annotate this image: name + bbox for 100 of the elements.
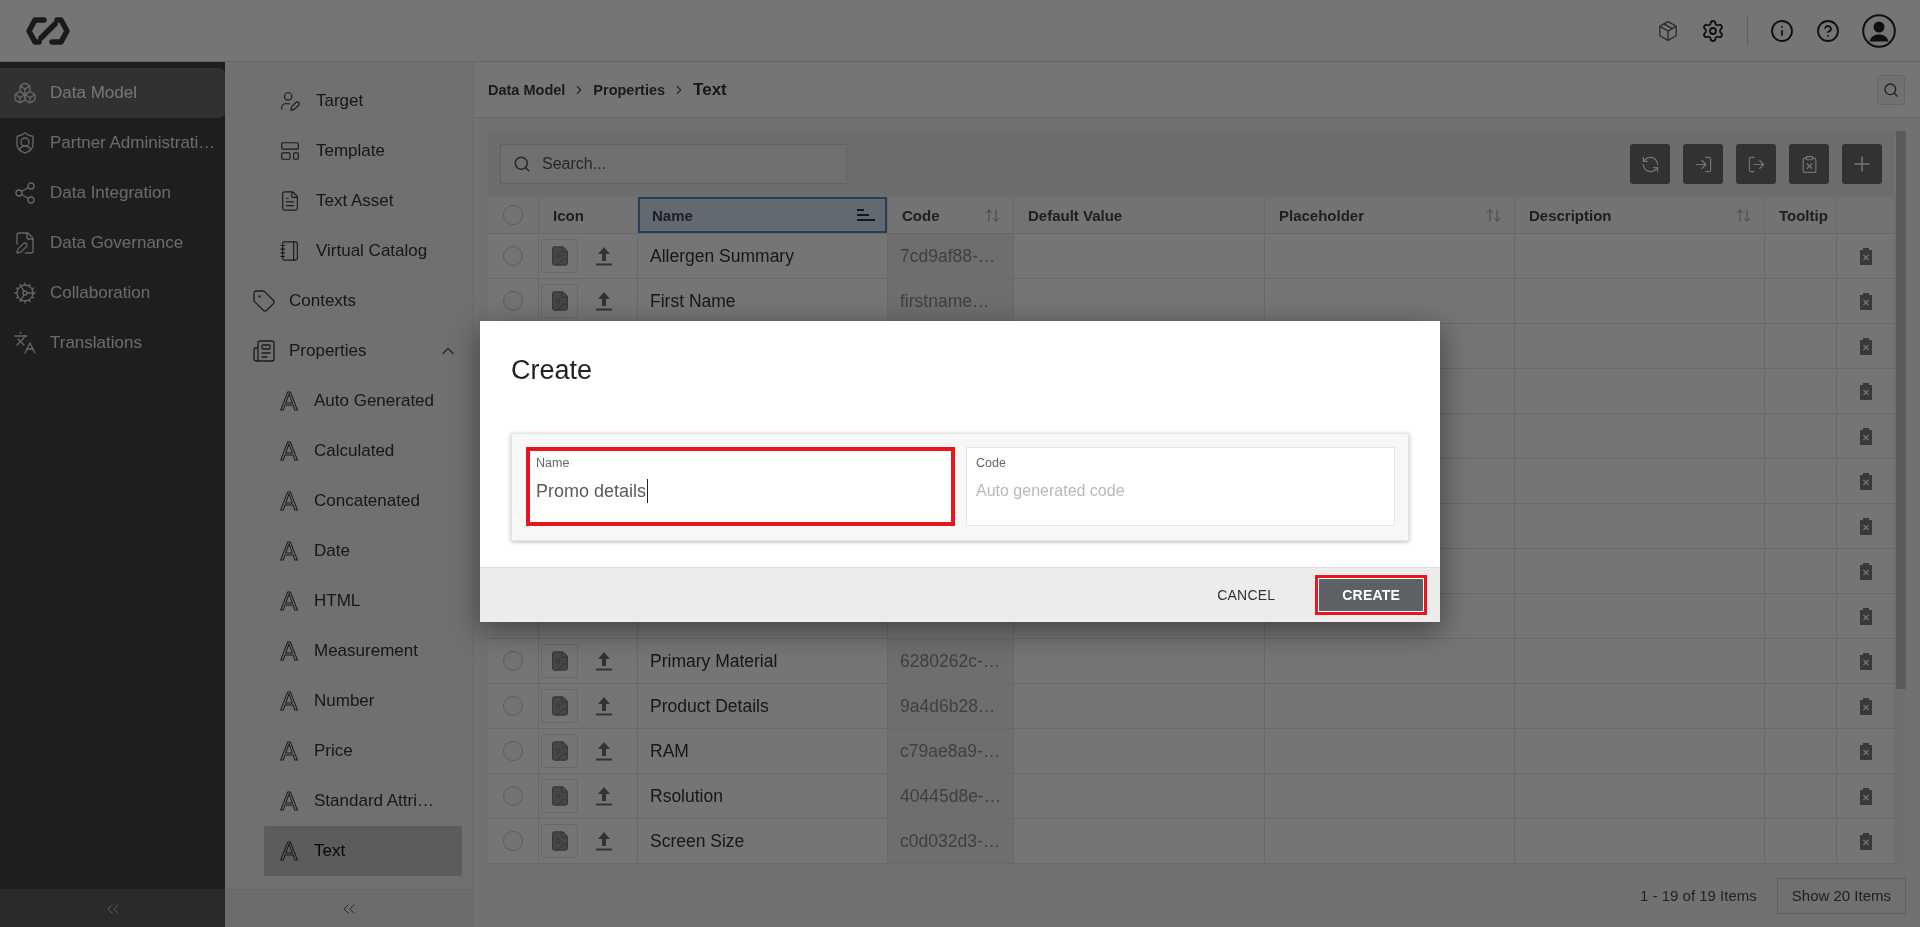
- code-field[interactable]: Code Auto generated code: [966, 447, 1395, 526]
- import-button[interactable]: [1683, 144, 1723, 184]
- cancel-button[interactable]: CANCEL: [1196, 575, 1297, 615]
- column-header[interactable]: Tooltip: [1765, 197, 1837, 233]
- clipboard-x-icon[interactable]: [1858, 697, 1873, 715]
- delete-button[interactable]: [1789, 144, 1829, 184]
- column-header[interactable]: Placeholder: [1265, 197, 1515, 233]
- avatar-icon[interactable]: [1862, 13, 1896, 48]
- nav-item[interactable]: A Price: [264, 726, 462, 776]
- nav-label: Properties: [289, 341, 368, 361]
- nav-item[interactable]: A Standard Attri…: [264, 776, 462, 826]
- settings-icon[interactable]: [1701, 18, 1725, 43]
- image-file-icon[interactable]: [541, 284, 578, 318]
- image-file-icon[interactable]: [541, 239, 578, 273]
- upload-icon[interactable]: [595, 651, 613, 671]
- clipboard-x-icon[interactable]: [1858, 742, 1873, 760]
- page-size-button[interactable]: Show 20 Items: [1776, 877, 1906, 914]
- nav-label: Number: [314, 691, 375, 711]
- nav-item[interactable]: A HTML: [264, 576, 462, 626]
- upload-icon[interactable]: [595, 291, 613, 311]
- image-file-icon[interactable]: [541, 824, 578, 858]
- row-radio[interactable]: [503, 696, 523, 716]
- package-icon[interactable]: [1657, 19, 1679, 42]
- image-file-icon[interactable]: [541, 779, 578, 813]
- sidebar-item[interactable]: Collaboration: [0, 268, 225, 318]
- share-nodes-icon: [13, 181, 37, 205]
- info-icon[interactable]: [1770, 18, 1794, 43]
- row-radio[interactable]: [503, 741, 523, 761]
- sidebar-label: Data Integration: [50, 183, 171, 203]
- column-header[interactable]: Default Value: [1014, 197, 1265, 233]
- nav-item[interactable]: A Text: [264, 826, 462, 876]
- upload-icon[interactable]: [595, 831, 613, 851]
- column-header[interactable]: Code: [888, 197, 1014, 233]
- nav-item[interactable]: Properties: [225, 326, 473, 376]
- clipboard-x-icon[interactable]: [1858, 382, 1873, 400]
- sidebar-item[interactable]: Partner Administrati…: [0, 118, 225, 168]
- sidebar-item[interactable]: Data Governance: [0, 218, 225, 268]
- breadcrumb-link[interactable]: Properties: [593, 81, 666, 98]
- row-radio[interactable]: [503, 651, 523, 671]
- upload-icon[interactable]: [595, 786, 613, 806]
- clipboard-x-icon[interactable]: [1858, 472, 1873, 490]
- clipboard-x-icon[interactable]: [1858, 247, 1873, 265]
- nav-item[interactable]: A Auto Generated: [264, 376, 462, 426]
- search-field[interactable]: Search...: [500, 144, 847, 184]
- file-pen-icon: [13, 231, 37, 255]
- nav-label: Text Asset: [316, 191, 394, 211]
- create-button[interactable]: CREATE: [1315, 575, 1427, 615]
- sort-icon[interactable]: [1485, 206, 1502, 224]
- nav-item[interactable]: Template: [264, 126, 462, 176]
- help-icon[interactable]: [1816, 18, 1840, 43]
- nav-item[interactable]: A Calculated: [264, 426, 462, 476]
- sort-icon[interactable]: [984, 206, 1001, 224]
- clipboard-x-icon[interactable]: [1858, 607, 1873, 625]
- nav-label: Virtual Catalog: [316, 241, 428, 261]
- clipboard-x-icon[interactable]: [1858, 517, 1873, 535]
- add-button[interactable]: [1842, 144, 1882, 184]
- sidebar-item[interactable]: Translations: [0, 318, 225, 368]
- sidebar-item[interactable]: Data Integration: [0, 168, 225, 218]
- column-header[interactable]: Description: [1515, 197, 1765, 233]
- notebook-icon: [279, 240, 301, 262]
- refresh-button[interactable]: [1630, 144, 1670, 184]
- image-file-icon[interactable]: [541, 734, 578, 768]
- clipboard-x-icon[interactable]: [1858, 427, 1873, 445]
- nav-label: Auto Generated: [314, 391, 435, 411]
- export-button[interactable]: [1736, 144, 1776, 184]
- clipboard-x-icon[interactable]: [1858, 562, 1873, 580]
- breadcrumb-link[interactable]: Data Model: [488, 81, 566, 98]
- sort-icon[interactable]: [1735, 206, 1752, 224]
- clipboard-x-icon[interactable]: [1858, 652, 1873, 670]
- clipboard-x-icon[interactable]: [1858, 787, 1873, 805]
- nav-item[interactable]: Contexts: [225, 276, 473, 326]
- clipboard-x-icon[interactable]: [1858, 292, 1873, 310]
- image-file-icon[interactable]: [541, 644, 578, 678]
- column-header[interactable]: Name: [638, 197, 888, 233]
- cog-icon: [13, 281, 37, 305]
- row-radio[interactable]: [503, 831, 523, 851]
- nav-item[interactable]: A Measurement: [264, 626, 462, 676]
- sort-lines-icon[interactable]: [857, 209, 875, 221]
- upload-icon[interactable]: [595, 741, 613, 761]
- upload-icon[interactable]: [595, 246, 613, 266]
- clipboard-x-icon[interactable]: [1858, 832, 1873, 850]
- search-button[interactable]: [1877, 74, 1905, 105]
- nav-item[interactable]: A Concatenated: [264, 476, 462, 526]
- logo-icon[interactable]: [25, 15, 71, 46]
- clipboard-x-icon[interactable]: [1858, 337, 1873, 355]
- field-input[interactable]: Auto generated code: [976, 479, 1385, 503]
- name-field[interactable]: Name Promo details: [526, 447, 955, 526]
- row-radio[interactable]: [503, 786, 523, 806]
- sidebar-label: Data Model: [50, 83, 137, 103]
- row-radio[interactable]: [503, 246, 523, 266]
- nav-item[interactable]: Text Asset: [264, 176, 462, 226]
- nav-item[interactable]: Virtual Catalog: [264, 226, 462, 276]
- image-file-icon[interactable]: [541, 689, 578, 723]
- upload-icon[interactable]: [595, 696, 613, 716]
- row-radio[interactable]: [503, 291, 523, 311]
- nav-item[interactable]: A Number: [264, 676, 462, 726]
- type-glyph: A: [279, 388, 299, 414]
- nav-item[interactable]: Target: [264, 76, 462, 126]
- sidebar-item[interactable]: Data Model: [0, 68, 225, 118]
- nav-item[interactable]: A Date: [264, 526, 462, 576]
